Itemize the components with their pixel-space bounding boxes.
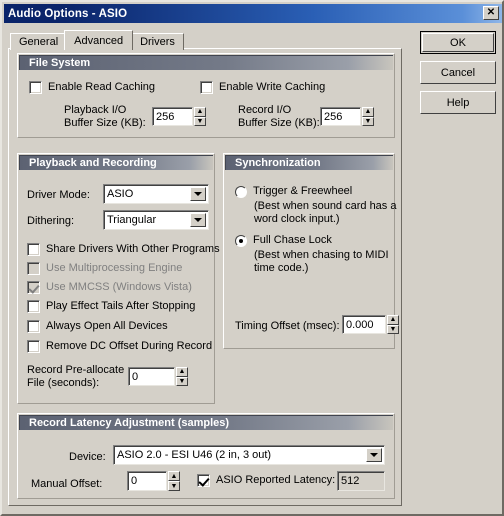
label-playback-buffer-line2: Buffer Size (KB): bbox=[64, 117, 146, 129]
group-playback-recording-title: Playback and Recording bbox=[19, 155, 213, 170]
spinner-manual-offset[interactable]: ▲ ▼ bbox=[168, 471, 180, 491]
checkbox-asio-reported-latency-label: ASIO Reported Latency: bbox=[216, 474, 336, 486]
help-button[interactable]: Help bbox=[420, 91, 496, 114]
input-timing-offset[interactable]: 0.000 bbox=[342, 315, 386, 334]
select-dithering[interactable]: Triangular bbox=[103, 210, 209, 230]
input-record-prealloc[interactable]: 0 bbox=[128, 367, 175, 386]
tab-advanced[interactable]: Advanced bbox=[64, 30, 134, 50]
chevron-down-icon[interactable] bbox=[190, 187, 206, 201]
tab-strip: General Advanced Drivers bbox=[10, 30, 184, 50]
spinner-playback-up-icon[interactable]: ▲ bbox=[194, 107, 206, 117]
select-driver-mode-value: ASIO bbox=[107, 188, 134, 200]
input-manual-offset[interactable]: 0 bbox=[127, 471, 167, 491]
select-device-value: ASIO 2.0 - ESI U46 (2 in, 3 out) bbox=[117, 449, 272, 461]
label-dithering: Dithering: bbox=[27, 215, 75, 227]
group-file-system: File System Enable Read Caching Enable W… bbox=[17, 53, 395, 138]
checkbox-enable-write-caching-box[interactable] bbox=[200, 81, 213, 94]
spinner-timing-offset-down-icon[interactable]: ▼ bbox=[387, 324, 399, 334]
checkbox-use-multiprocessing-engine-label: Use Multiprocessing Engine bbox=[46, 262, 183, 274]
tab-page-advanced: File System Enable Read Caching Enable W… bbox=[8, 48, 402, 506]
checkbox-remove-dc-offset-label: Remove DC Offset During Record bbox=[46, 340, 213, 352]
checkbox-always-open-all-devices-label: Always Open All Devices bbox=[46, 320, 168, 332]
checkbox-play-effect-tails-box[interactable] bbox=[27, 300, 40, 313]
label-device: Device: bbox=[69, 451, 106, 463]
checkbox-enable-write-caching-label: Enable Write Caching bbox=[219, 81, 326, 93]
checkbox-share-drivers-box[interactable] bbox=[27, 243, 40, 256]
hint-full-chase-lock-line2: time code.) bbox=[254, 262, 309, 274]
spinner-manual-offset-up-icon[interactable]: ▲ bbox=[168, 471, 180, 481]
select-dithering-value: Triangular bbox=[107, 214, 157, 226]
label-record-buffer-line2: Buffer Size (KB): bbox=[238, 117, 320, 129]
cancel-button[interactable]: Cancel bbox=[420, 61, 496, 84]
chevron-down-icon[interactable] bbox=[366, 448, 382, 462]
select-driver-mode[interactable]: ASIO bbox=[103, 184, 209, 204]
spinner-record-buffer-size[interactable]: ▲ ▼ bbox=[362, 107, 374, 126]
checkbox-use-mmcss: Use MMCSS (Windows Vista) bbox=[27, 281, 192, 294]
radio-full-chase-lock[interactable]: Full Chase Lock bbox=[235, 234, 332, 247]
checkbox-enable-read-caching-box[interactable] bbox=[29, 81, 42, 94]
label-record-buffer-line1: Record I/O bbox=[238, 104, 292, 116]
input-playback-buffer-size[interactable]: 256 bbox=[152, 107, 193, 126]
checkbox-play-effect-tails[interactable]: Play Effect Tails After Stopping bbox=[27, 300, 195, 313]
spinner-timing-offset[interactable]: ▲ ▼ bbox=[387, 315, 399, 334]
checkbox-use-mmcss-label: Use MMCSS (Windows Vista) bbox=[46, 281, 192, 293]
checkbox-use-multiprocessing-engine-box bbox=[27, 262, 40, 275]
spinner-playback-down-icon[interactable]: ▼ bbox=[194, 116, 206, 126]
radio-trigger-freewheel[interactable]: Trigger & Freewheel bbox=[235, 185, 352, 198]
hint-full-chase-lock-line1: (Best when chasing to MIDI bbox=[254, 249, 389, 261]
radio-full-chase-lock-circle[interactable] bbox=[235, 235, 247, 247]
checkbox-remove-dc-offset[interactable]: Remove DC Offset During Record bbox=[27, 340, 212, 353]
checkbox-use-mmcss-box bbox=[27, 281, 40, 294]
spinner-record-down-icon[interactable]: ▼ bbox=[362, 116, 374, 126]
hint-trigger-freewheel-line2: word clock input.) bbox=[254, 213, 340, 225]
label-record-prealloc-line2: File (seconds): bbox=[27, 377, 100, 389]
checkbox-asio-reported-latency-box[interactable] bbox=[197, 474, 210, 487]
title-bar[interactable]: Audio Options - ASIO ✕ bbox=[4, 4, 502, 23]
spinner-prealloc-up-icon[interactable]: ▲ bbox=[176, 367, 188, 377]
chevron-down-icon[interactable] bbox=[190, 213, 206, 227]
group-synchronization-title: Synchronization bbox=[225, 155, 393, 170]
value-asio-reported-latency: 512 bbox=[337, 471, 385, 491]
dialog-window: Audio Options - ASIO ✕ General Advanced … bbox=[0, 0, 504, 516]
checkbox-play-effect-tails-label: Play Effect Tails After Stopping bbox=[46, 300, 196, 312]
label-playback-buffer-line1: Playback I/O bbox=[64, 104, 127, 116]
radio-full-chase-lock-label: Full Chase Lock bbox=[253, 234, 332, 246]
window-title: Audio Options - ASIO bbox=[8, 7, 128, 20]
close-icon[interactable]: ✕ bbox=[483, 6, 499, 20]
label-timing-offset: Timing Offset (msec): bbox=[235, 320, 340, 332]
checkbox-enable-read-caching-label: Enable Read Caching bbox=[48, 81, 156, 93]
checkbox-use-multiprocessing-engine: Use Multiprocessing Engine bbox=[27, 262, 182, 275]
checkbox-enable-read-caching[interactable]: Enable Read Caching bbox=[29, 81, 155, 94]
spinner-playback-buffer-size[interactable]: ▲ ▼ bbox=[194, 107, 206, 126]
checkbox-always-open-all-devices-box[interactable] bbox=[27, 320, 40, 333]
spinner-record-up-icon[interactable]: ▲ bbox=[362, 107, 374, 117]
checkbox-share-drivers[interactable]: Share Drivers With Other Programs bbox=[27, 243, 220, 256]
label-driver-mode: Driver Mode: bbox=[27, 189, 90, 201]
group-record-latency-title: Record Latency Adjustment (samples) bbox=[19, 415, 393, 430]
input-record-buffer-size[interactable]: 256 bbox=[320, 107, 361, 126]
checkbox-always-open-all-devices[interactable]: Always Open All Devices bbox=[27, 320, 168, 333]
group-file-system-title: File System bbox=[19, 55, 393, 70]
spinner-record-prealloc[interactable]: ▲ ▼ bbox=[176, 367, 188, 386]
select-device[interactable]: ASIO 2.0 - ESI U46 (2 in, 3 out) bbox=[113, 445, 385, 465]
ok-button-label: OK bbox=[422, 33, 494, 52]
checkbox-remove-dc-offset-box[interactable] bbox=[27, 340, 40, 353]
tab-general[interactable]: General bbox=[10, 33, 68, 50]
spinner-prealloc-down-icon[interactable]: ▼ bbox=[176, 376, 188, 386]
radio-trigger-freewheel-label: Trigger & Freewheel bbox=[253, 185, 353, 197]
ok-button[interactable]: OK bbox=[420, 31, 496, 54]
label-manual-offset: Manual Offset: bbox=[31, 478, 103, 490]
spinner-timing-offset-up-icon[interactable]: ▲ bbox=[387, 315, 399, 325]
label-record-prealloc-line1: Record Pre-allocate bbox=[27, 364, 125, 376]
radio-trigger-freewheel-circle[interactable] bbox=[235, 186, 247, 198]
tab-drivers[interactable]: Drivers bbox=[131, 33, 184, 50]
checkbox-asio-reported-latency[interactable]: ASIO Reported Latency: bbox=[197, 474, 335, 487]
group-synchronization: Synchronization Trigger & Freewheel (Bes… bbox=[223, 153, 399, 349]
group-record-latency: Record Latency Adjustment (samples) Devi… bbox=[17, 413, 395, 499]
group-playback-recording: Playback and Recording Driver Mode: ASIO… bbox=[17, 153, 220, 404]
hint-trigger-freewheel-line1: (Best when sound card has a bbox=[254, 200, 397, 212]
spinner-manual-offset-down-icon[interactable]: ▼ bbox=[168, 481, 180, 491]
checkbox-enable-write-caching[interactable]: Enable Write Caching bbox=[200, 81, 325, 94]
checkbox-share-drivers-label: Share Drivers With Other Programs bbox=[46, 243, 220, 255]
